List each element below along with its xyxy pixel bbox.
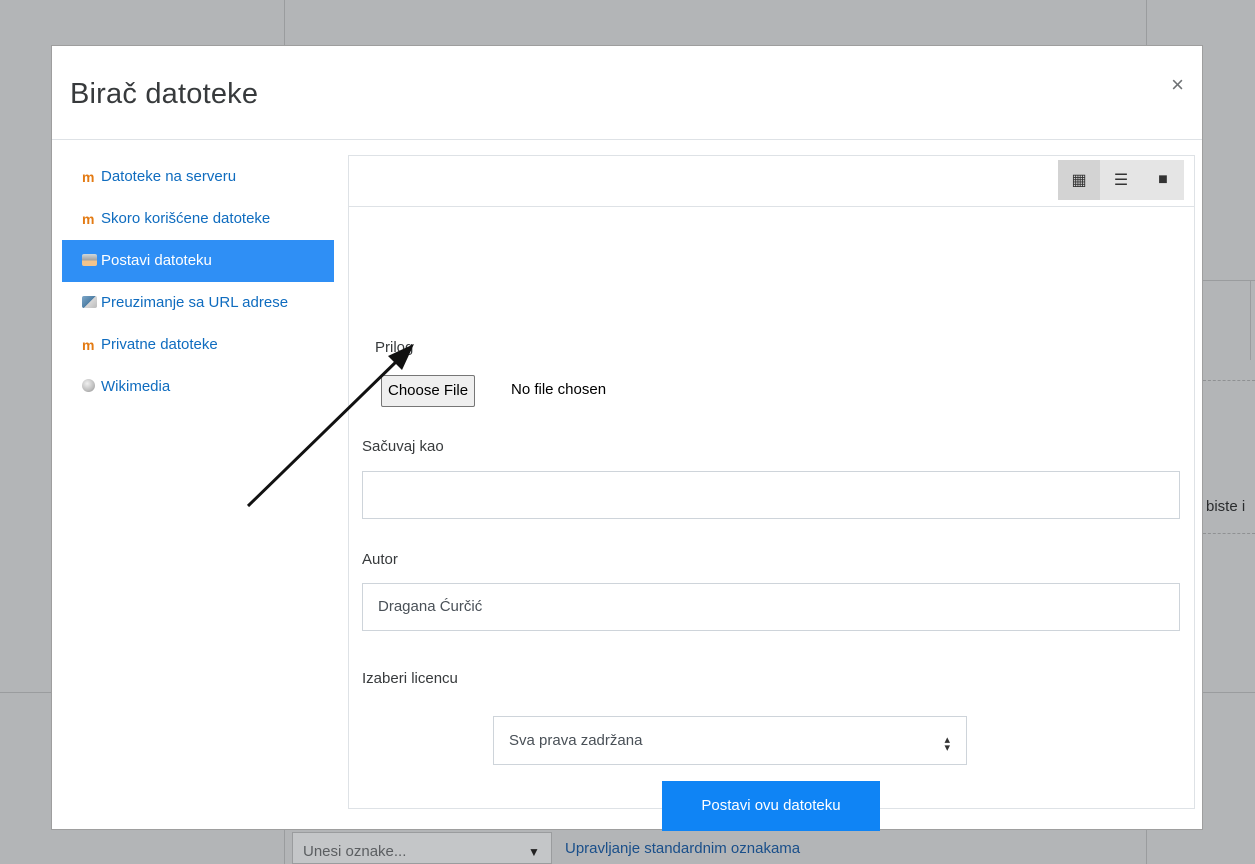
manage-tags-link[interactable]: Upravljanje standardnim oznakama — [565, 840, 800, 857]
bg-divider — [284, 0, 285, 45]
file-picker-dialog: Birač datoteke × m Datoteke na serveru mS… — [51, 45, 1203, 831]
repo-item-wikimedia[interactable]: Wikimedia — [62, 366, 334, 408]
file-status-text: No file chosen — [511, 381, 607, 398]
repo-item-server-files[interactable]: m Datoteke na serveru — [62, 156, 334, 198]
moodle-icon: m — [82, 211, 94, 227]
repo-item-upload-file[interactable]: Postavi datoteku — [62, 240, 334, 282]
repo-item-label: Postavi datoteku — [101, 252, 212, 269]
moodle-icon: m — [82, 169, 94, 185]
triangle-down-icon[interactable]: ▼ — [528, 845, 540, 859]
repo-item-label: Datoteke na serveru — [101, 168, 237, 185]
bg-dashed-divider — [1203, 533, 1255, 534]
dialog-header: Birač datoteke × — [52, 46, 1202, 140]
bg-divider — [1146, 830, 1147, 864]
bg-divider — [0, 692, 51, 693]
license-select[interactable]: Sva prava zadržana ▴ ▾ — [493, 716, 967, 765]
repo-item-label: Skoro korišćene datoteke — [101, 210, 271, 227]
license-label: Izaberi licencu — [362, 670, 458, 687]
file-toolbar: ▦ ☰ ■ — [349, 156, 1194, 207]
repo-item-label: Preuzimanje sa URL adrese — [101, 294, 289, 311]
attachment-label: Prilog — [375, 339, 414, 356]
save-as-label: Sačuvaj kao — [362, 438, 444, 455]
bg-divider — [1203, 692, 1255, 693]
bg-divider — [284, 830, 285, 864]
repo-item-recent-files[interactable]: m Skoro korišćene datoteke — [62, 198, 334, 240]
close-icon[interactable]: × — [1171, 72, 1184, 98]
bg-divider — [1146, 0, 1147, 45]
bg-partial-text: biste i — [1206, 498, 1246, 515]
bg-divider — [1250, 280, 1251, 360]
upload-file-button[interactable]: Postavi ovu datoteku — [662, 781, 880, 831]
moodle-icon: m — [82, 337, 94, 353]
repo-item-url-download[interactable]: Preuzimanje sa URL adrese — [62, 282, 334, 324]
repo-item-private-files[interactable]: m Privatne datoteke — [62, 324, 334, 366]
list-view-icon[interactable]: ☰ — [1100, 160, 1142, 200]
bg-divider — [1203, 280, 1255, 281]
wikimedia-icon — [82, 375, 98, 392]
upload-icon — [82, 249, 98, 266]
repo-item-label: Privatne datoteke — [101, 336, 218, 353]
save-as-input[interactable] — [362, 471, 1180, 519]
tags-input[interactable]: Unesi oznake... — [292, 832, 552, 864]
icons-view-icon[interactable]: ▦ — [1058, 160, 1100, 200]
url-download-icon — [82, 291, 98, 308]
bg-dashed-divider — [1203, 380, 1255, 381]
repo-item-label: Wikimedia — [101, 378, 171, 395]
repository-list: m Datoteke na serveru m Skoro korišćene da… — [62, 156, 334, 408]
view-switcher: ▦ ☰ ■ — [1058, 160, 1184, 200]
tags-input-placeholder: Unesi oznake... — [303, 843, 407, 860]
license-select-value: Sva prava zadržana — [509, 732, 643, 749]
sort-caret-icon: ▴ ▾ — [944, 734, 950, 754]
upload-panel: ▦ ☰ ■ Prilog Choose File No file chosen … — [348, 155, 1195, 831]
choose-file-button[interactable]: Choose File — [381, 375, 476, 407]
dialog-title: Birač datoteke — [70, 78, 259, 110]
author-input[interactable]: Dragana Ćurčić — [362, 583, 1180, 631]
author-label: Autor — [362, 551, 398, 568]
tree-view-icon[interactable]: ■ — [1142, 160, 1184, 200]
